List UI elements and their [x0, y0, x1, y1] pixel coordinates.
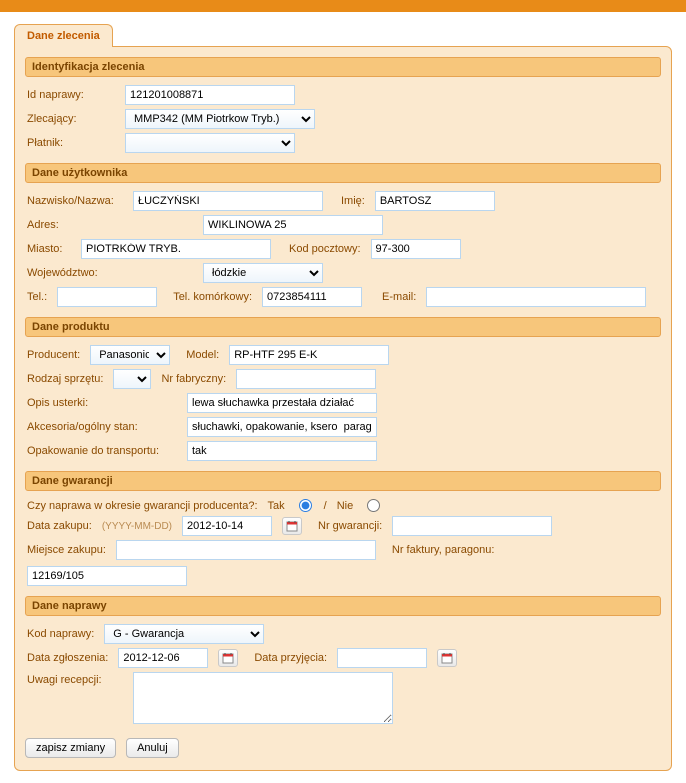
cancel-button[interactable]: Anuluj — [126, 738, 179, 758]
section-user: Dane użytkownika — [25, 163, 661, 183]
data-pr-label: Data przyjęcia: — [254, 652, 327, 664]
imie-input[interactable] — [375, 191, 495, 211]
zlecajacy-select[interactable]: MMP342 (MM Piotrkow Tryb.) — [125, 109, 315, 129]
form-panel: Identyfikacja zlecenia Id naprawy: Zleca… — [14, 46, 672, 771]
calendar-icon[interactable] — [218, 649, 238, 667]
nie-label: Nie — [337, 500, 354, 512]
nazwisko-input[interactable] — [133, 191, 323, 211]
email-label: E-mail: — [382, 291, 416, 303]
opis-label: Opis usterki: — [27, 397, 177, 409]
data-zakupu-label: Data zakupu: — [27, 520, 92, 532]
rodzaj-label: Rodzaj sprzętu: — [27, 373, 103, 385]
opak-input[interactable] — [187, 441, 377, 461]
section-warranty: Dane gwarancji — [25, 471, 661, 491]
woj-label: Województwo: — [27, 267, 123, 279]
zlecajacy-label: Zlecający: — [27, 113, 115, 125]
kod-label: Kod pocztowy: — [289, 243, 361, 255]
okres-tak-radio[interactable] — [299, 499, 312, 512]
producent-label: Producent: — [27, 349, 80, 361]
nrfakt-label: Nr faktury, paragonu: — [392, 544, 495, 556]
section-repair: Dane naprawy — [25, 596, 661, 616]
kod-naprawy-label: Kod naprawy: — [27, 628, 94, 640]
data-zakupu-input[interactable] — [182, 516, 272, 536]
tel-input[interactable] — [57, 287, 157, 307]
id-naprawy-label: Id naprawy: — [27, 89, 115, 101]
email-input[interactable] — [426, 287, 646, 307]
section-product: Dane produktu — [25, 317, 661, 337]
akcesoria-label: Akcesoria/ogólny stan: — [27, 421, 177, 433]
imie-label: Imię: — [341, 195, 365, 207]
okres-nie-radio[interactable] — [367, 499, 380, 512]
kom-label: Tel. komórkowy: — [173, 291, 252, 303]
nrgw-input[interactable] — [392, 516, 552, 536]
tel-label: Tel.: — [27, 291, 47, 303]
opak-label: Opakowanie do transportu: — [27, 445, 177, 457]
uwagi-textarea[interactable] — [133, 672, 393, 724]
nrgw-label: Nr gwarancji: — [318, 520, 382, 532]
kod-input[interactable] — [371, 239, 461, 259]
rodzaj-select[interactable] — [113, 369, 151, 389]
data-zakupu-hint: (YYYY-MM-DD) — [102, 521, 172, 532]
data-zg-input[interactable] — [118, 648, 208, 668]
producent-select[interactable]: Panasonic — [90, 345, 170, 365]
adres-label: Adres: — [27, 219, 123, 231]
data-pr-input[interactable] — [337, 648, 427, 668]
tab-label: Dane zlecenia — [27, 30, 100, 42]
id-naprawy-input[interactable] — [125, 85, 295, 105]
miejsce-input[interactable] — [116, 540, 376, 560]
miasto-label: Miasto: — [27, 243, 71, 255]
nrfab-label: Nr fabryczny: — [161, 373, 226, 385]
nrfab-input[interactable] — [236, 369, 376, 389]
platnik-label: Płatnik: — [27, 137, 115, 149]
model-label: Model: — [186, 349, 219, 361]
nrfakt-input[interactable] — [27, 566, 187, 586]
data-zg-label: Data zgłoszenia: — [27, 652, 108, 664]
platnik-select[interactable] — [125, 133, 295, 153]
tab-dane-zlecenia[interactable]: Dane zlecenia — [14, 24, 113, 47]
app-topbar — [0, 0, 686, 12]
kod-naprawy-select[interactable]: G - Gwarancja — [104, 624, 264, 644]
miasto-input[interactable] — [81, 239, 271, 259]
miejsce-label: Miejsce zakupu: — [27, 544, 106, 556]
adres-input[interactable] — [203, 215, 383, 235]
section-ident: Identyfikacja zlecenia — [25, 57, 661, 77]
sep-label: / — [324, 500, 327, 512]
woj-select[interactable]: łódzkie — [203, 263, 323, 283]
save-button[interactable]: zapisz zmiany — [25, 738, 116, 758]
uwagi-label: Uwagi recepcji: — [27, 672, 123, 686]
calendar-icon[interactable] — [437, 649, 457, 667]
opis-input[interactable] — [187, 393, 377, 413]
tak-label: Tak — [268, 500, 285, 512]
akcesoria-input[interactable] — [187, 417, 377, 437]
nazwisko-label: Nazwisko/Nazwa: — [27, 195, 123, 207]
okres-label: Czy naprawa w okresie gwarancji producen… — [27, 500, 258, 512]
calendar-icon[interactable] — [282, 517, 302, 535]
model-input[interactable] — [229, 345, 389, 365]
kom-input[interactable] — [262, 287, 362, 307]
